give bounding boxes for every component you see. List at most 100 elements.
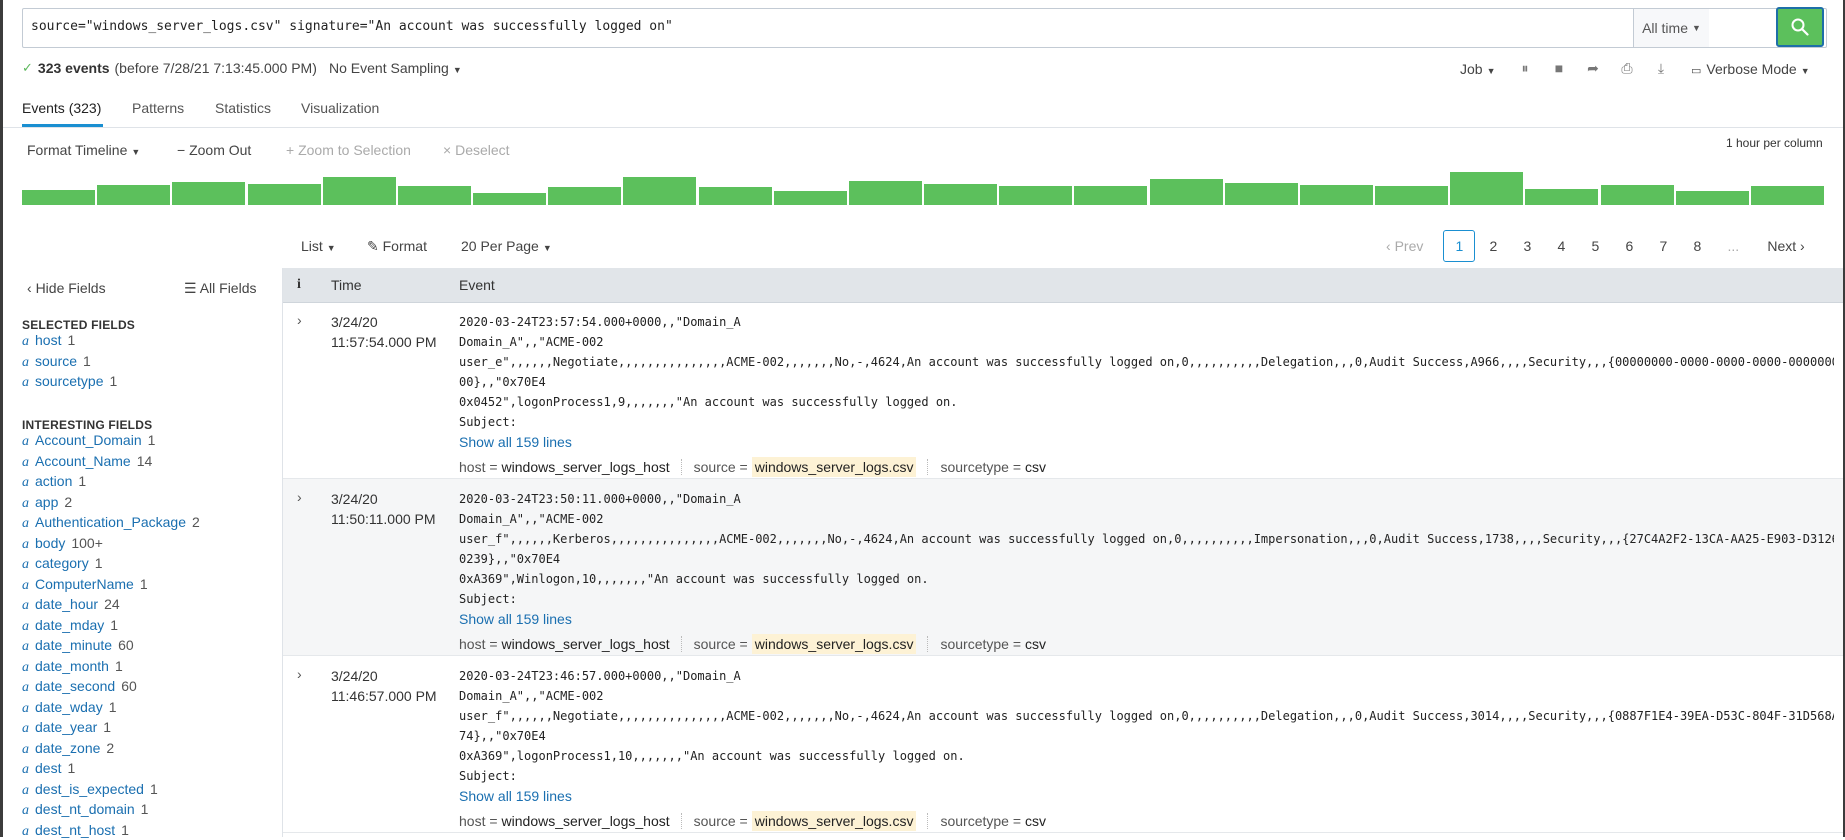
expand-event-chevron-icon[interactable]: › (297, 489, 302, 505)
show-all-lines-link[interactable]: Show all 159 lines (459, 432, 1834, 452)
timeline-bar[interactable] (97, 185, 171, 205)
export-icon[interactable]: ⤓ (1651, 60, 1671, 77)
timeline-bar[interactable] (1375, 185, 1449, 205)
field-dest-nt-domain[interactable]: a dest_nt_domain 1 (22, 801, 148, 819)
show-all-lines-link[interactable]: Show all 159 lines (459, 609, 1834, 629)
tab-statistics[interactable]: Statistics (215, 100, 271, 116)
timeline-bar[interactable] (1149, 179, 1223, 205)
timeline-bar[interactable] (1074, 185, 1148, 205)
field-source[interactable]: a source 1 (22, 353, 91, 371)
field-category[interactable]: a category 1 (22, 555, 103, 573)
tab-visualization[interactable]: Visualization (301, 100, 379, 116)
timeline-bar[interactable] (1450, 172, 1524, 205)
search-mode-dropdown[interactable]: ▭ Verbose Mode ▼ (1691, 61, 1810, 77)
event-sampling-dropdown[interactable]: No Event Sampling ▼ (329, 60, 462, 76)
show-all-lines-link[interactable]: Show all 159 lines (459, 786, 1834, 806)
field-date-minute[interactable]: a date_minute 60 (22, 637, 134, 655)
field-count: 1 (114, 657, 123, 674)
field-account-name[interactable]: a Account_Name 14 (22, 453, 152, 471)
meta-host-value[interactable]: windows_server_logs_host (502, 811, 670, 831)
field-computername[interactable]: a ComputerName 1 (22, 576, 148, 594)
job-menu[interactable]: Job ▼ (1460, 61, 1496, 77)
timeline-bar[interactable] (548, 186, 622, 205)
timeline-bar[interactable] (473, 193, 547, 205)
timeline-bar[interactable] (1750, 185, 1824, 205)
field-body[interactable]: a body 100+ (22, 535, 103, 553)
field-app[interactable]: a app 2 (22, 494, 72, 512)
meta-sourcetype-value[interactable]: csv (1025, 457, 1046, 477)
field-action[interactable]: a action 1 (22, 473, 86, 491)
timeline-bar[interactable] (623, 176, 697, 205)
timeline-bar[interactable] (1675, 191, 1749, 205)
timeline-histogram[interactable] (22, 172, 1824, 205)
page-7[interactable]: 7 (1647, 230, 1679, 262)
timeline-bar[interactable] (172, 181, 246, 205)
timeline-bar[interactable] (698, 186, 772, 205)
share-icon[interactable]: ➦ (1583, 60, 1603, 77)
field-date-month[interactable]: a date_month 1 (22, 658, 123, 676)
list-view-dropdown[interactable]: List ▼ (301, 238, 336, 254)
field-dest[interactable]: a dest 1 (22, 760, 75, 778)
field-date-wday[interactable]: a date_wday 1 (22, 699, 117, 717)
pause-icon[interactable]: ⏸ (1515, 60, 1535, 77)
timeline-bar[interactable] (1525, 189, 1599, 205)
expand-event-chevron-icon[interactable]: › (297, 312, 302, 328)
search-query-input[interactable]: source="windows_server_logs.csv" signatu… (31, 19, 673, 34)
timeline-bar[interactable] (1224, 182, 1298, 205)
field-count: 2 (106, 739, 115, 756)
field-host[interactable]: a host 1 (22, 332, 75, 350)
timeline-bar[interactable] (1600, 185, 1674, 205)
page-8[interactable]: 8 (1681, 230, 1713, 262)
timeline-bar[interactable] (22, 190, 96, 205)
page-3[interactable]: 3 (1511, 230, 1543, 262)
print-icon[interactable]: ⎙ (1617, 60, 1637, 77)
expand-event-chevron-icon[interactable]: › (297, 666, 302, 682)
hide-fields-button[interactable]: ‹ Hide Fields (27, 280, 106, 296)
time-range-picker[interactable]: All time ▼ (1633, 9, 1709, 47)
meta-source-value[interactable]: windows_server_logs.csv (751, 811, 917, 831)
deselect-button[interactable]: × Deselect (443, 142, 510, 158)
timeline-bar[interactable] (848, 181, 922, 205)
meta-sourcetype-value[interactable]: csv (1025, 811, 1046, 831)
format-button[interactable]: ✎ Format (367, 238, 427, 255)
field-date-zone[interactable]: a date_zone 2 (22, 740, 114, 758)
timeline-bar[interactable] (322, 176, 396, 205)
per-page-dropdown[interactable]: 20 Per Page ▼ (461, 238, 552, 254)
meta-host-value[interactable]: windows_server_logs_host (502, 634, 670, 654)
page-6[interactable]: 6 (1613, 230, 1645, 262)
next-page-button[interactable]: Next › (1767, 238, 1804, 254)
search-bar[interactable]: source="windows_server_logs.csv" signatu… (22, 8, 1827, 48)
field-date-hour[interactable]: a date_hour 24 (22, 596, 120, 614)
prev-page-button[interactable]: ‹ Prev (1386, 238, 1423, 254)
field-authentication-package[interactable]: a Authentication_Package 2 (22, 514, 200, 532)
field-date-second[interactable]: a date_second 60 (22, 678, 137, 696)
field-account-domain[interactable]: a Account_Domain 1 (22, 432, 155, 450)
field-date-year[interactable]: a date_year 1 (22, 719, 111, 737)
tab-events[interactable]: Events (323) (22, 100, 101, 116)
field-date-mday[interactable]: a date_mday 1 (22, 617, 118, 635)
timeline-bar[interactable] (773, 191, 847, 205)
timeline-bar[interactable] (247, 183, 321, 205)
tab-patterns[interactable]: Patterns (132, 100, 184, 116)
page-1[interactable]: 1 (1443, 230, 1476, 262)
field-sourcetype[interactable]: a sourcetype 1 (22, 373, 117, 391)
timeline-bar[interactable] (397, 185, 471, 205)
timeline-bar[interactable] (1299, 184, 1373, 205)
stop-icon[interactable]: ■ (1549, 60, 1569, 77)
zoom-out-button[interactable]: − Zoom Out (177, 142, 251, 158)
meta-source-value[interactable]: windows_server_logs.csv (751, 457, 917, 477)
zoom-to-selection-button[interactable]: + Zoom to Selection (286, 142, 411, 158)
page-4[interactable]: 4 (1545, 230, 1577, 262)
format-timeline-dropdown[interactable]: Format Timeline ▼ (27, 142, 140, 158)
all-fields-button[interactable]: ☰ All Fields (184, 280, 256, 297)
meta-source-value[interactable]: windows_server_logs.csv (751, 634, 917, 654)
timeline-bar[interactable] (924, 183, 998, 205)
time-column-header[interactable]: Time (331, 277, 362, 293)
timeline-bar[interactable] (999, 185, 1073, 205)
field-dest-is-expected[interactable]: a dest_is_expected 1 (22, 781, 158, 799)
search-button[interactable] (1776, 7, 1824, 47)
page-2[interactable]: 2 (1477, 230, 1509, 262)
meta-sourcetype-value[interactable]: csv (1025, 634, 1046, 654)
page-5[interactable]: 5 (1579, 230, 1611, 262)
meta-host-value[interactable]: windows_server_logs_host (502, 457, 670, 477)
